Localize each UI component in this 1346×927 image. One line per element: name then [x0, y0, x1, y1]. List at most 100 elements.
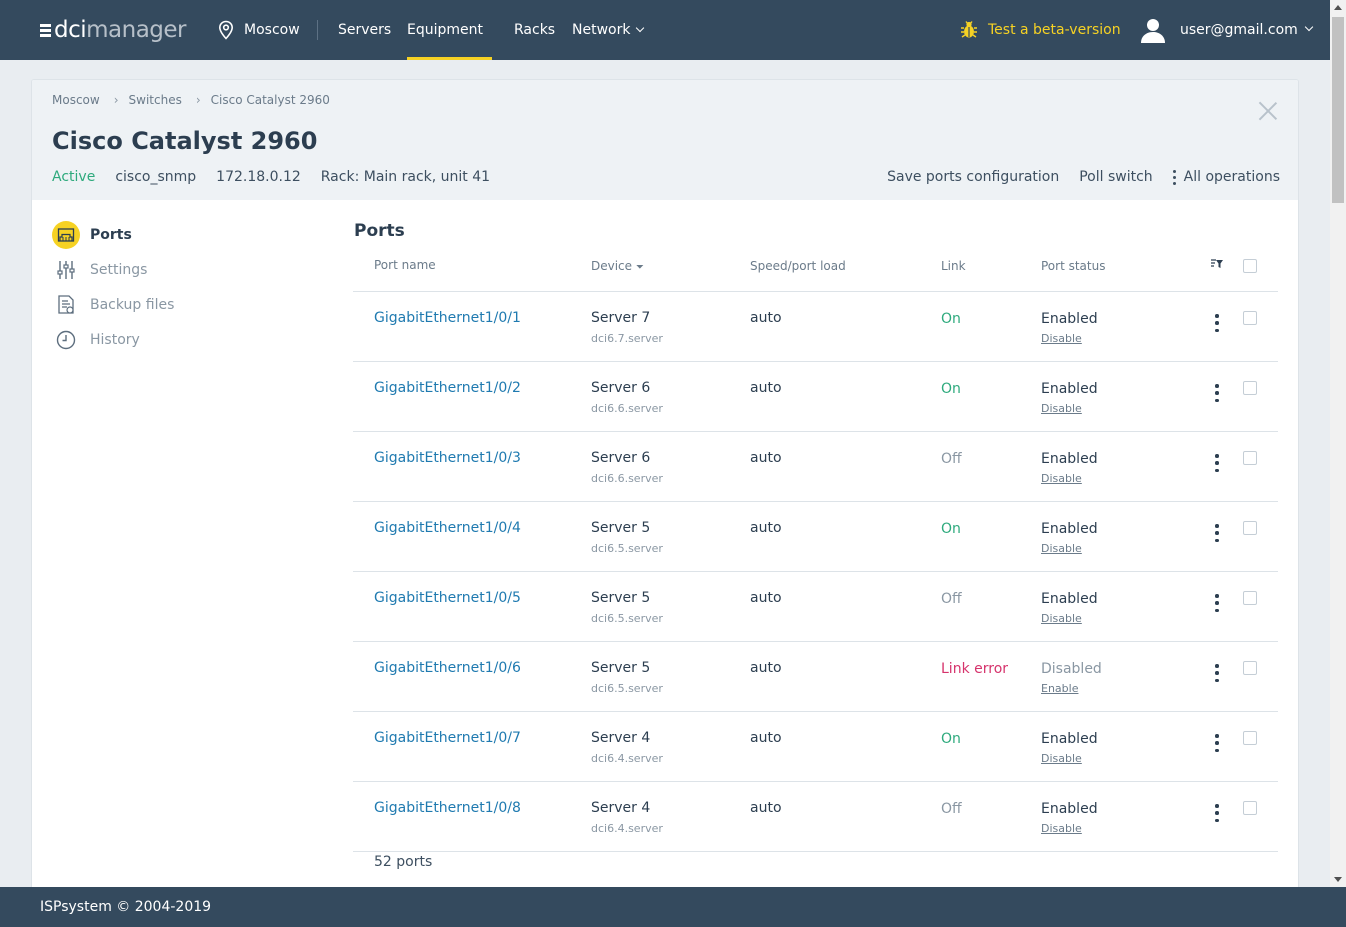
device-host: dci6.6.server — [591, 472, 663, 485]
link-status: Off — [941, 591, 962, 607]
page-scrollbar[interactable] — [1330, 0, 1346, 887]
column-header-link[interactable]: Link — [941, 259, 966, 273]
top-navbar: dci manager Moscow Servers Equipment Rack… — [0, 0, 1330, 93]
row-checkbox[interactable] — [1243, 661, 1257, 675]
link-status: On — [941, 311, 961, 327]
logo-text-main: dci — [54, 17, 87, 43]
user-avatar-icon — [1141, 19, 1165, 43]
port-status: Enabled — [1041, 381, 1098, 397]
port-name-link[interactable]: GigabitEthernet1/0/3 — [374, 450, 521, 466]
row-more-vertical-icon[interactable] — [1214, 804, 1220, 822]
scroll-up-arrow-icon[interactable] — [1334, 5, 1342, 10]
port-speed: auto — [750, 380, 782, 396]
user-email: user@gmail.com — [1180, 22, 1298, 38]
nav-equipment-label: Equipment — [407, 22, 483, 38]
port-toggle-link[interactable]: Disable — [1041, 612, 1082, 625]
nav-divider — [317, 20, 318, 40]
row-divider — [353, 571, 1278, 572]
port-name-link[interactable]: GigabitEthernet1/0/7 — [374, 730, 521, 746]
row-checkbox[interactable] — [1243, 311, 1257, 325]
side-menu-ports[interactable]: Ports — [52, 221, 132, 249]
device-meta: Active cisco_snmp 172.18.0.12 Rack: Main… — [52, 169, 510, 185]
port-toggle-link[interactable]: Disable — [1041, 402, 1082, 415]
column-header-port-status[interactable]: Port status — [1041, 259, 1105, 273]
nav-equipment[interactable]: Equipment — [407, 0, 492, 93]
user-menu[interactable]: user@gmail.com — [1140, 16, 1314, 44]
side-menu-settings[interactable]: Settings — [52, 256, 147, 284]
save-ports-configuration-button[interactable]: Save ports configuration — [887, 169, 1059, 185]
scroll-down-arrow-icon[interactable] — [1334, 877, 1342, 882]
port-status: Enabled — [1041, 801, 1098, 817]
port-speed: auto — [750, 590, 782, 606]
port-name-link[interactable]: GigabitEthernet1/0/6 — [374, 660, 521, 676]
more-vertical-icon[interactable] — [1172, 169, 1176, 185]
column-header-port-name[interactable]: Port name — [374, 258, 436, 272]
port-name-link[interactable]: GigabitEthernet1/0/4 — [374, 520, 521, 536]
nav-racks[interactable]: Racks — [514, 0, 555, 60]
row-checkbox[interactable] — [1243, 451, 1257, 465]
link-status: Link error — [941, 661, 1009, 677]
side-menu-backup-files[interactable]: Backup files — [52, 291, 174, 319]
footer-copyright: ISPsystem © 2004-2019 — [40, 899, 212, 915]
row-divider — [353, 711, 1278, 712]
port-toggle-link[interactable]: Disable — [1041, 542, 1082, 555]
row-more-vertical-icon[interactable] — [1214, 384, 1220, 402]
device-name: Server 5 — [591, 590, 651, 606]
row-checkbox[interactable] — [1243, 521, 1257, 535]
row-more-vertical-icon[interactable] — [1214, 314, 1220, 332]
link-status: Off — [941, 451, 962, 467]
header-divider — [353, 291, 1278, 292]
nav-servers-label: Servers — [338, 22, 392, 38]
scroll-thumb[interactable] — [1332, 17, 1344, 203]
side-menu-label: Ports — [90, 227, 132, 243]
row-more-vertical-icon[interactable] — [1214, 454, 1220, 472]
port-name-link[interactable]: GigabitEthernet1/0/8 — [374, 800, 521, 816]
port-toggle-link[interactable]: Disable — [1041, 472, 1082, 485]
device-name: Server 4 — [591, 730, 651, 746]
port-toggle-link[interactable]: Disable — [1041, 332, 1082, 345]
port-speed: auto — [750, 730, 782, 746]
nav-servers[interactable]: Servers — [338, 0, 391, 60]
port-status: Disabled — [1041, 661, 1102, 677]
port-speed: auto — [750, 660, 782, 676]
port-toggle-link[interactable]: Disable — [1041, 752, 1082, 765]
beta-link[interactable]: Test a beta-version — [960, 18, 1121, 42]
row-checkbox[interactable] — [1243, 381, 1257, 395]
row-more-vertical-icon[interactable] — [1214, 524, 1220, 542]
column-header-speed[interactable]: Speed/port load — [750, 259, 846, 273]
row-checkbox[interactable] — [1243, 591, 1257, 605]
breadcrumb-separator-icon: › — [113, 93, 119, 107]
row-divider — [353, 361, 1278, 362]
device-name: Server 7 — [591, 310, 651, 326]
port-name-link[interactable]: GigabitEthernet1/0/5 — [374, 590, 521, 606]
row-checkbox[interactable] — [1243, 731, 1257, 745]
row-more-vertical-icon[interactable] — [1214, 664, 1220, 682]
location-selector[interactable]: Moscow — [218, 18, 300, 42]
side-menu-history[interactable]: History — [52, 326, 140, 354]
all-operations-button[interactable]: All operations — [1184, 169, 1280, 185]
page-footer: ISPsystem © 2004-2019 — [0, 887, 1346, 927]
side-menu-label: Backup files — [90, 297, 175, 313]
row-checkbox[interactable] — [1243, 801, 1257, 815]
logo-text-sub: manager — [86, 17, 187, 43]
close-icon[interactable] — [1258, 101, 1278, 121]
port-name-link[interactable]: GigabitEthernet1/0/2 — [374, 380, 521, 396]
port-name-link[interactable]: GigabitEthernet1/0/1 — [374, 310, 521, 326]
device-actions: Save ports configuration Poll switch All… — [867, 169, 1280, 185]
device-name: Server 4 — [591, 800, 651, 816]
select-all-checkbox[interactable] — [1243, 259, 1257, 273]
row-more-vertical-icon[interactable] — [1214, 734, 1220, 752]
nav-network-label: Network — [572, 22, 631, 38]
poll-switch-button[interactable]: Poll switch — [1079, 169, 1152, 185]
port-toggle-link[interactable]: Enable — [1041, 682, 1078, 695]
row-more-vertical-icon[interactable] — [1214, 594, 1220, 612]
filter-funnel-icon[interactable]: ⏷ — [636, 262, 644, 273]
column-filter-icon[interactable] — [1211, 258, 1223, 272]
breadcrumb-switches[interactable]: Switches — [129, 93, 182, 107]
nav-network[interactable]: Network — [572, 0, 645, 60]
port-toggle-link[interactable]: Disable — [1041, 822, 1082, 835]
dcimanager-logo[interactable]: dci manager — [40, 16, 187, 44]
breadcrumb-moscow[interactable]: Moscow — [52, 93, 100, 107]
column-header-device[interactable]: Device ⏷ — [591, 259, 644, 273]
chevron-down-icon — [1304, 22, 1314, 32]
